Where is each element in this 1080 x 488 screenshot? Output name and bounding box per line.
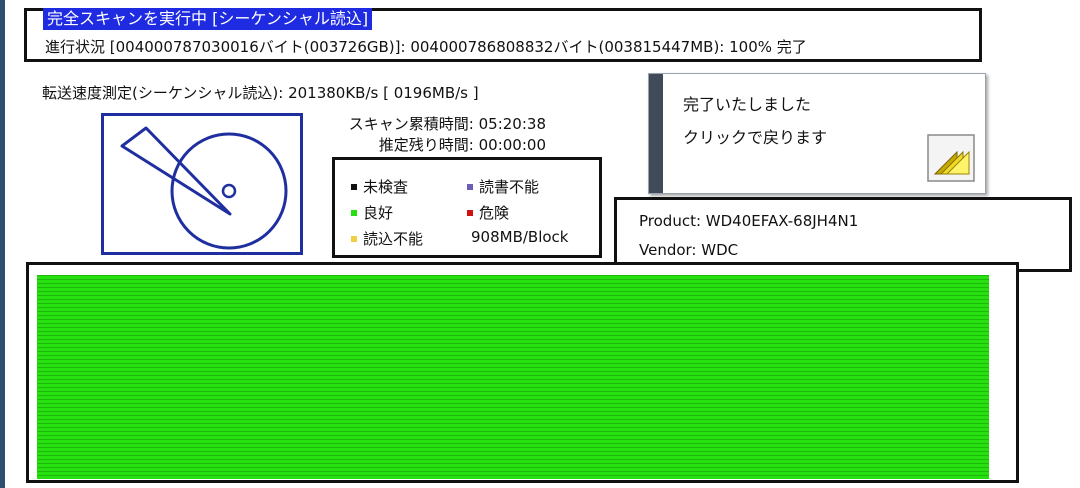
- scan-title: 完全スキャンを実行中 [シーケンシャル読込]: [43, 8, 373, 30]
- legend-box: 未検査 読書不能 良好 危険 読込不能 908MB/Block: [332, 157, 602, 258]
- remaining-time: 推定残り時間: 00:00:00: [378, 136, 546, 154]
- device-info: Product: WD40EFAX-68JH4N1 Vendor: WDC: [614, 197, 1072, 272]
- legend-danger: 危険: [467, 202, 509, 223]
- hard-disk-icon: [101, 113, 303, 255]
- scan-block-map: [26, 262, 1019, 483]
- legend-good: 良好: [351, 202, 393, 223]
- legend-read-error: 読込不能: [351, 228, 423, 249]
- complete-return-panel[interactable]: 完了いたしました クリックで戻ります: [648, 73, 986, 194]
- read-error-swatch-icon: [351, 235, 357, 242]
- transfer-speed: 転送速度測定(シーケンシャル読込): 201380KB/s [ 0196MB/s…: [42, 84, 479, 102]
- complete-message: 完了いたしました: [683, 95, 812, 114]
- legend-unchecked: 未検査: [351, 176, 408, 197]
- block-size: 908MB/Block: [471, 228, 569, 246]
- progress-status: 進行状況 [004000787030016バイト(003726GB)]: 004…: [45, 38, 807, 56]
- legend-read-write-error: 読書不能: [467, 176, 539, 197]
- window-edge: [0, 0, 5, 488]
- device-vendor: Vendor: WDC: [639, 241, 739, 259]
- device-product: Product: WD40EFAX-68JH4N1: [639, 212, 859, 230]
- rw-error-swatch-icon: [467, 183, 473, 190]
- unchecked-swatch-icon: [351, 183, 357, 190]
- elapsed-time: スキャン累積時間: 05:20:38: [348, 115, 546, 133]
- good-swatch-icon: [351, 209, 357, 216]
- return-instruction: クリックで戻ります: [683, 128, 828, 147]
- panel-accent-bar: [649, 74, 663, 193]
- progress-header: 完全スキャンを実行中 [シーケンシャル読込] 進行状況 [00400078703…: [24, 8, 982, 62]
- danger-swatch-icon: [467, 209, 473, 216]
- return-icon[interactable]: [927, 134, 975, 182]
- scan-blocks-good: [37, 275, 989, 479]
